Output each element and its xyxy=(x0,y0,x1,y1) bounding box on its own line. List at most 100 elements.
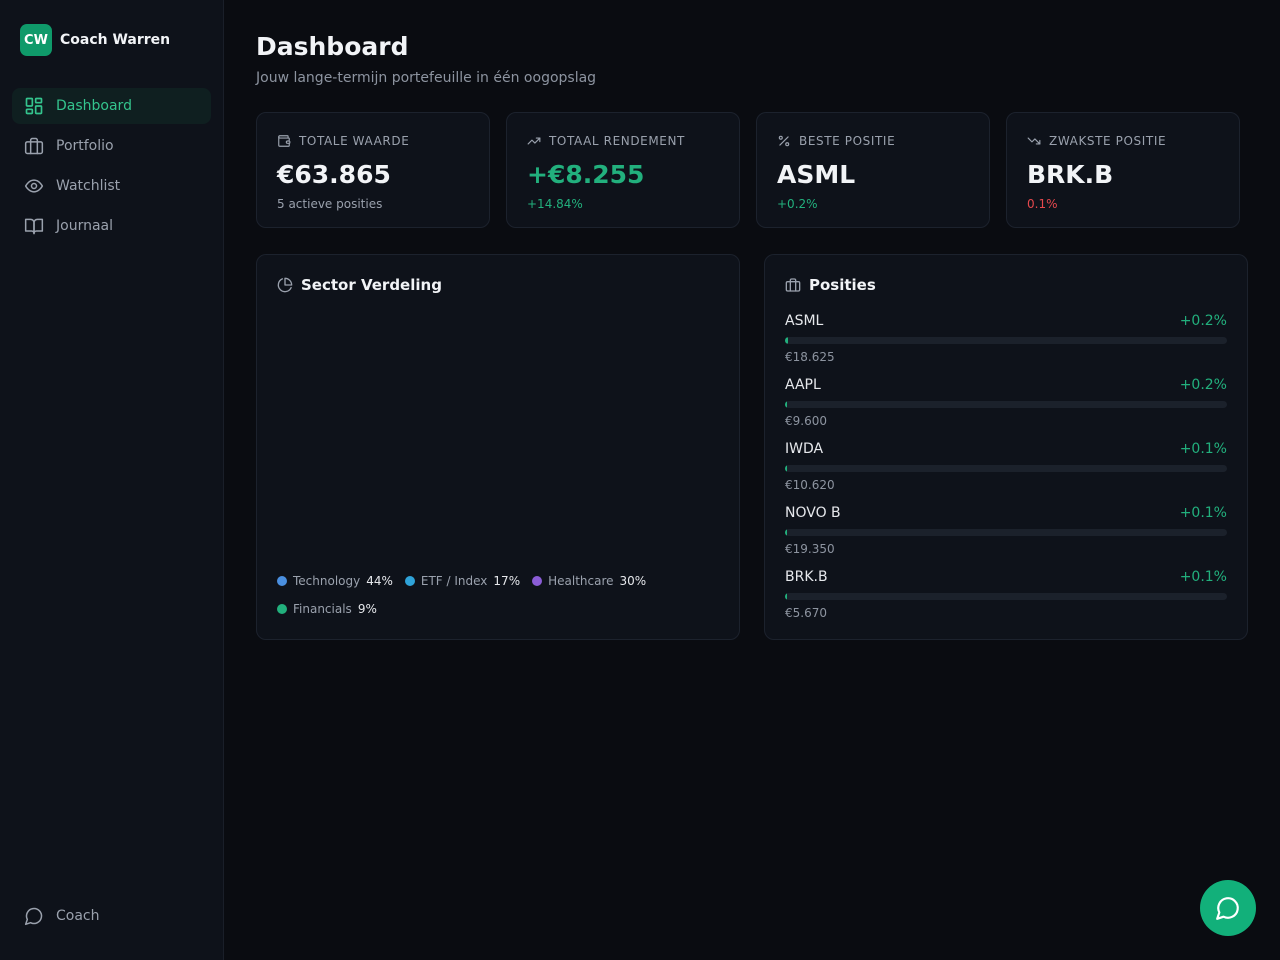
position-row-asml[interactable]: ASML +0.2% €18.625 xyxy=(785,313,1227,377)
position-bar xyxy=(785,401,1227,408)
position-bar-fill xyxy=(785,529,787,536)
legend-item-technology: Technology 44% xyxy=(277,573,393,589)
position-value: €5.670 xyxy=(785,606,827,620)
sidebar-item-label: Watchlist xyxy=(56,178,121,194)
sidebar-item-journaal[interactable]: Journaal xyxy=(12,208,211,244)
sidebar-item-dashboard[interactable]: Dashboard xyxy=(12,88,211,124)
position-row-aapl[interactable]: AAPL +0.2% €9.600 xyxy=(785,377,1227,441)
stat-label: TOTALE WAARDE xyxy=(299,134,410,148)
position-change: +0.1% xyxy=(1179,569,1227,585)
brand-name: Coach Warren xyxy=(60,32,171,48)
stat-sub: +0.2% xyxy=(777,197,818,211)
stats-row: TOTALE WAARDE €63.865 5 actieve posities… xyxy=(256,112,1248,228)
position-bar xyxy=(785,593,1227,600)
positions-panel: Posities ASML +0.2% €18.625 AAPL +0.2% €… xyxy=(764,254,1248,640)
position-bar-fill xyxy=(785,465,787,472)
legend-pct: 44% xyxy=(366,574,393,588)
position-change: +0.1% xyxy=(1179,441,1227,457)
legend-name: Healthcare xyxy=(548,574,614,588)
book-icon xyxy=(24,216,44,236)
position-value: €9.600 xyxy=(785,414,827,428)
stat-value: ASML xyxy=(777,160,856,189)
legend-dot xyxy=(404,576,415,586)
stat-label: ZWAKSTE POSITIE xyxy=(1049,134,1167,148)
wallet-icon xyxy=(278,135,291,147)
stat-card-worst-position: ZWAKSTE POSITIE BRK.B 0.1% xyxy=(1006,112,1240,228)
position-bar-fill xyxy=(785,593,787,600)
position-value: €19.350 xyxy=(785,542,835,556)
briefcase-icon xyxy=(785,278,801,292)
page-title: Dashboard xyxy=(256,32,409,61)
position-value: €10.620 xyxy=(785,478,835,492)
panel-title: Posities xyxy=(809,276,876,294)
sector-panel: Sector Verdeling Technology 44% ETF / In… xyxy=(256,254,740,640)
trending-up-icon xyxy=(527,137,541,145)
chat-icon xyxy=(1216,897,1239,920)
trending-down-icon xyxy=(1027,137,1041,145)
dashboard-icon xyxy=(24,96,44,116)
position-row-novo-b[interactable]: NOVO B +0.1% €19.350 xyxy=(785,505,1227,569)
brand[interactable]: CW Coach Warren xyxy=(20,24,170,56)
stat-label: TOTAAL RENDEMENT xyxy=(549,134,685,148)
position-name: BRK.B xyxy=(785,569,828,585)
stat-card-total-return: TOTAAL RENDEMENT +€8.255 +14.84% xyxy=(506,112,740,228)
sidebar-item-portfolio[interactable]: Portfolio xyxy=(12,128,211,164)
legend-pct: 30% xyxy=(619,574,647,588)
sidebar-item-label: Portfolio xyxy=(56,138,114,154)
percent-icon xyxy=(778,135,790,147)
position-change: +0.2% xyxy=(1179,377,1227,393)
stat-value: €63.865 xyxy=(277,160,391,189)
sidebar-item-label: Dashboard xyxy=(56,98,132,114)
eye-icon xyxy=(24,176,44,196)
position-change: +0.1% xyxy=(1179,505,1227,521)
position-bar xyxy=(785,337,1227,344)
position-bar-fill xyxy=(785,401,788,408)
stat-card-total-value: TOTALE WAARDE €63.865 5 actieve posities xyxy=(256,112,490,228)
sector-chart-area xyxy=(277,311,721,561)
stat-value: BRK.B xyxy=(1027,160,1114,189)
position-change: +0.2% xyxy=(1179,313,1227,329)
position-name: AAPL xyxy=(785,377,821,393)
legend-dot xyxy=(277,604,287,614)
legend-item-healthcare: Healthcare 30% xyxy=(532,573,646,589)
position-name: IWDA xyxy=(785,441,824,457)
legend-item-financials: Financials 9% xyxy=(277,601,377,617)
briefcase-icon xyxy=(24,136,44,156)
position-bar xyxy=(785,465,1227,472)
brand-logo: CW xyxy=(20,24,52,56)
page-subtitle: Jouw lange-termijn portefeuille in één o… xyxy=(256,70,597,86)
position-bar-fill xyxy=(785,337,788,344)
position-name: ASML xyxy=(785,313,824,329)
stat-card-best-position: BESTE POSITIE ASML +0.2% xyxy=(756,112,990,228)
sidebar-item-watchlist[interactable]: Watchlist xyxy=(12,168,211,204)
position-row-brk-b[interactable]: BRK.B +0.1% €5.670 xyxy=(785,569,1227,633)
stat-sub: 0.1% xyxy=(1027,197,1058,211)
legend-dot xyxy=(277,576,287,586)
position-name: NOVO B xyxy=(785,505,841,521)
stat-sub: 5 actieve posities xyxy=(277,197,383,211)
legend-name: Financials xyxy=(293,602,352,616)
legend-item-etf-index: ETF / Index 17% xyxy=(404,573,521,589)
legend-dot xyxy=(532,576,543,586)
position-row-iwda[interactable]: IWDA +0.1% €10.620 xyxy=(785,441,1227,505)
chat-icon xyxy=(24,906,44,926)
sector-legend: Technology 44% ETF / Index 17% Healthcar… xyxy=(277,573,697,617)
sidebar-item-label: Coach xyxy=(56,908,100,924)
legend-name: Technology xyxy=(293,574,361,588)
legend-name: ETF / Index xyxy=(420,574,488,588)
stat-value: +€8.255 xyxy=(527,160,645,189)
sidebar: CW Coach Warren Dashboard Portfolio Watc… xyxy=(0,0,224,960)
stat-label: BESTE POSITIE xyxy=(799,134,896,148)
pie-chart-icon xyxy=(277,277,293,293)
legend-pct: 9% xyxy=(357,602,377,616)
sidebar-item-label: Journaal xyxy=(56,218,113,234)
position-value: €18.625 xyxy=(785,350,835,364)
chat-button[interactable] xyxy=(1200,880,1256,936)
positions-list: ASML +0.2% €18.625 AAPL +0.2% €9.600 IWD… xyxy=(785,313,1227,633)
sidebar-item-coach[interactable]: Coach xyxy=(24,906,100,926)
stat-sub: +14.84% xyxy=(527,197,583,211)
panel-title: Sector Verdeling xyxy=(301,276,442,294)
sidebar-nav: Dashboard Portfolio Watchlist Journaal xyxy=(12,88,211,248)
legend-pct: 17% xyxy=(493,574,521,588)
position-bar xyxy=(785,529,1227,536)
